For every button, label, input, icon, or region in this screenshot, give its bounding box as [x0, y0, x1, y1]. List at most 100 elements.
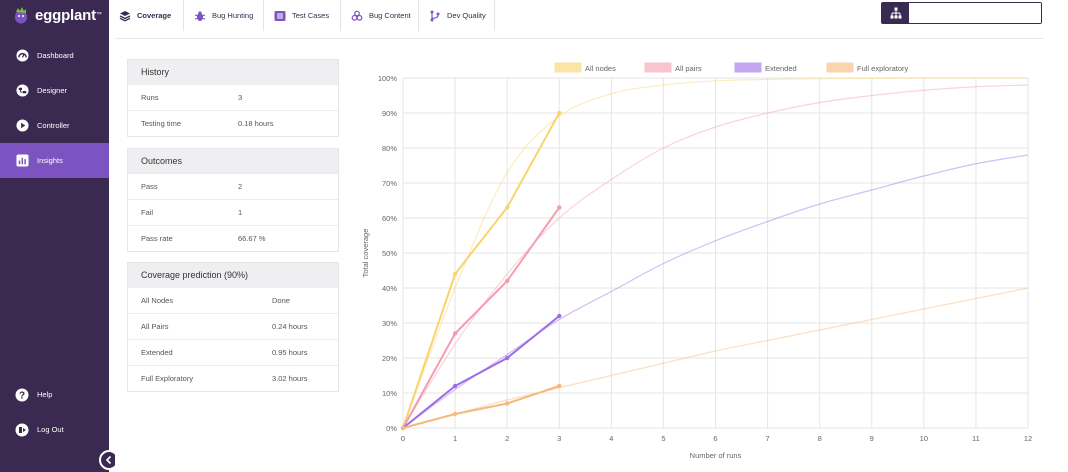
sidebar-item-label: Insights	[37, 156, 63, 165]
chart-legend: All nodes All pairs Extended Full explorato…	[554, 62, 909, 73]
y-axis-ticks: 0% 10% 20% 30% 40% 50% 60% 70% 80% 90% 100%	[378, 74, 398, 433]
legend-label[interactable]: All pairs	[675, 64, 702, 73]
tab-label: Coverage	[137, 11, 172, 20]
x-tick-label: 2	[505, 434, 509, 443]
x-axis-label: Number of runs	[690, 451, 742, 460]
top-tab-bar: Coverage Bug Hunting Test Cases Bug Cont…	[109, 0, 1068, 33]
logo-trademark: ™	[95, 12, 102, 18]
x-tick-label: 7	[765, 434, 769, 443]
legend-swatch	[826, 62, 854, 73]
legend-label[interactable]: Extended	[765, 64, 797, 73]
x-tick-label: 5	[661, 434, 665, 443]
data-point[interactable]	[452, 331, 458, 336]
row-value: Done	[272, 296, 290, 305]
outcomes-panel: Outcomes Pass 2 Fail 1 Pass rate 66.67 %	[127, 148, 339, 252]
sidebar-item-insights[interactable]: Insights	[0, 143, 109, 178]
data-point[interactable]	[452, 383, 458, 389]
tab-label: Test Cases	[292, 11, 330, 20]
legend-label[interactable]: Full exploratory	[857, 64, 909, 73]
coverage-chart: 0%10%20%30%40%50%60%70%80%90%100% 012345…	[361, 62, 1032, 460]
x-tick-label: 8	[818, 434, 822, 443]
table-row: All Nodes Done	[128, 287, 338, 313]
sidebar-item-label: Controller	[37, 121, 70, 130]
series-line	[402, 112, 561, 429]
row-label: Fail	[141, 208, 154, 217]
sitemap-button[interactable]	[882, 3, 909, 23]
row-value: 66.67 %	[238, 234, 266, 243]
dashboard-icon	[15, 49, 29, 63]
search-box	[881, 2, 1042, 24]
row-value: 1	[238, 208, 243, 217]
tab-coverage[interactable]: Coverage	[109, 0, 184, 31]
data-point[interactable]	[504, 355, 510, 361]
sidebar-item-help[interactable]: ? Help	[0, 377, 109, 412]
data-point[interactable]	[504, 278, 510, 284]
tab-label: Bug Hunting	[212, 11, 254, 20]
panel-title: History	[128, 60, 338, 84]
table-row: Pass 2	[128, 173, 338, 199]
data-point[interactable]	[504, 205, 510, 210]
tab-bug-hunting[interactable]: Bug Hunting	[184, 0, 264, 31]
tab-dev-quality[interactable]: Dev Quality	[419, 0, 495, 31]
data-point[interactable]	[400, 425, 406, 431]
data-point[interactable]	[452, 411, 458, 417]
tab-label: Dev Quality	[447, 11, 486, 20]
layers-icon	[119, 10, 131, 22]
y-tick-label: 60%	[382, 214, 397, 223]
x-tick-label: 6	[713, 434, 717, 443]
biohazard-icon	[351, 10, 363, 22]
x-tick-label: 1	[453, 434, 457, 443]
sidebar-item-logout[interactable]: Log Out	[0, 412, 109, 447]
x-tick-label: 10	[920, 434, 928, 443]
tab-bug-content[interactable]: Bug Content	[341, 0, 419, 31]
x-tick-label: 9	[870, 434, 874, 443]
history-panel: History Runs 3 Testing time 0.18 hours	[127, 59, 339, 137]
row-label: Full Exploratory	[141, 374, 194, 383]
x-tick-label: 11	[972, 434, 980, 443]
row-value: 3	[238, 93, 243, 102]
eggplant-logo-icon	[15, 7, 27, 24]
legend-swatch	[644, 62, 672, 73]
table-row: Extended 0.95 hours	[128, 339, 338, 365]
row-value: 0.95 hours	[272, 348, 308, 357]
sidebar-item-controller[interactable]: Controller	[0, 108, 109, 143]
data-point[interactable]	[452, 271, 458, 277]
chart-icon	[15, 154, 29, 168]
sidebar-item-designer[interactable]: Designer	[0, 73, 109, 108]
eggplant-logo[interactable]: eggplant ™	[12, 4, 102, 26]
logo-text: eggplant	[35, 6, 96, 24]
list-icon	[274, 10, 286, 22]
y-tick-label: 90%	[382, 109, 397, 118]
x-axis-ticks: 0 1 2 3 4 5 6 7 8 9 10 11 12	[401, 434, 1032, 443]
y-tick-label: 40%	[382, 284, 397, 293]
y-tick-label: 30%	[382, 319, 397, 328]
coverage-prediction-panel: Coverage prediction (90%) All Nodes Done…	[127, 262, 339, 392]
y-tick-label: 20%	[382, 354, 397, 363]
y-tick-label: 50%	[382, 249, 397, 258]
data-point[interactable]	[557, 313, 562, 319]
y-tick-label: 80%	[382, 144, 397, 153]
x-tick-label: 0	[401, 434, 405, 443]
sidebar-item-label: Designer	[37, 86, 68, 95]
data-point[interactable]	[557, 205, 562, 210]
row-label: Pass rate	[141, 234, 173, 243]
data-point[interactable]	[557, 383, 562, 389]
legend-label[interactable]: All nodes	[585, 64, 616, 73]
x-tick-label: 12	[1024, 434, 1032, 443]
data-point[interactable]	[557, 110, 562, 116]
table-row: Runs 3	[128, 84, 338, 110]
legend-swatch	[554, 62, 582, 73]
row-label: Testing time	[141, 119, 182, 128]
tab-label: Bug Content	[369, 11, 411, 20]
row-value: 2	[238, 182, 243, 191]
y-axis-label: Total coverage	[361, 229, 370, 278]
row-value: 0.24 hours	[272, 322, 308, 331]
data-point[interactable]	[504, 401, 510, 406]
x-tick-label: 3	[557, 434, 561, 443]
search-input[interactable]	[909, 3, 1041, 23]
table-row: Testing time 0.18 hours	[128, 110, 338, 136]
y-tick-label: 0%	[386, 424, 397, 433]
sidebar-item-dashboard[interactable]: Dashboard	[0, 38, 109, 73]
row-label: Pass	[141, 182, 158, 191]
tab-test-cases[interactable]: Test Cases	[264, 0, 341, 31]
